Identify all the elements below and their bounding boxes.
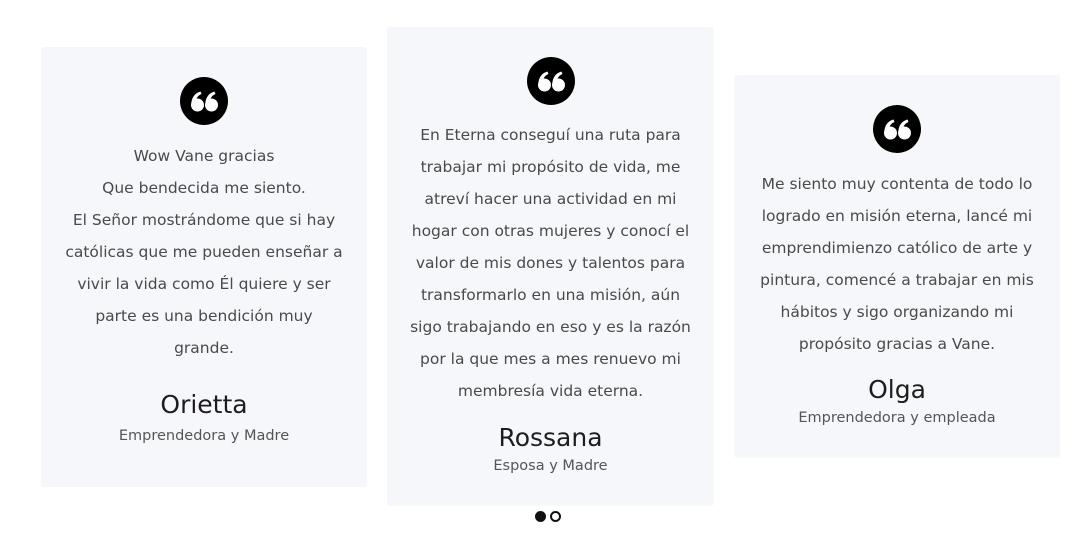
testimonial-line: valor de mis dones y talentos para [415, 254, 686, 272]
testimonial-line: grande. [174, 339, 234, 357]
testimonial-line: hábitos y sigo organizando mi [780, 303, 1014, 321]
testimonial-line: El Señor mostrándome que si hay [72, 211, 336, 229]
quote-icon [180, 77, 228, 125]
testimonial-text: En Eterna conseguí una ruta para trabaja… [405, 119, 696, 407]
testimonial-line: membresía vida eterna. [457, 382, 644, 400]
testimonial-line: sigo trabajando en eso y es la razón [410, 318, 691, 336]
testimonial-text: Me siento muy contenta de todo lo lograd… [752, 168, 1042, 360]
pagination-dot-2[interactable] [550, 511, 561, 522]
author-name: Rossana [498, 423, 603, 452]
quote-icon [526, 57, 575, 105]
author-role: Emprendedora y Madre [118, 428, 290, 444]
testimonial-line: pintura, comencé a trabajar en mis [760, 271, 1034, 289]
author-role: Emprendedora y empleada [798, 410, 996, 426]
testimonial-card-olga: Me siento muy contenta de todo lo lograd… [734, 75, 1060, 458]
testimonial-card-rossana: En Eterna conseguí una ruta para trabaja… [387, 27, 714, 506]
author-name: Orietta [160, 390, 248, 419]
testimonial-line: Que bendecida me siento. [102, 179, 306, 197]
pagination-dot-1[interactable] [535, 511, 546, 522]
testimonial-line: atreví hacer una actividad en mi [424, 190, 677, 208]
testimonial-line: propósito gracias a Vane. [798, 335, 996, 353]
testimonial-line: hogar con otras mujeres y conocí el [411, 222, 690, 240]
testimonial-line: En Eterna conseguí una ruta para [420, 126, 681, 144]
author-name: Olga [868, 375, 926, 404]
testimonial-line: Wow Vane gracias [133, 147, 275, 165]
testimonial-line: trabajar mi propósito de vida, me [420, 158, 681, 176]
testimonial-card-orietta: Wow Vane gracias Que bendecida me siento… [41, 47, 367, 487]
testimonial-line: católicas que me pueden enseñar a [65, 243, 343, 261]
testimonial-line: por la que mes a mes renuevo mi [420, 350, 681, 368]
testimonial-line: vivir la vida como Él quiere y ser [77, 275, 331, 293]
testimonial-line: emprendimienzo católico de arte y [761, 239, 1033, 257]
carousel-pagination [535, 511, 561, 523]
testimonial-line: transformarlo en una misión, aún [420, 286, 681, 304]
testimonial-line: Me siento muy contenta de todo lo [761, 175, 1033, 193]
testimonial-line: parte es una bendición muy [95, 307, 313, 325]
quote-icon [873, 105, 921, 153]
testimonial-line: logrado en misión eterna, lancé mi [761, 207, 1033, 225]
author-role: Esposa y Madre [493, 458, 608, 474]
testimonial-text: Wow Vane gracias Que bendecida me siento… [59, 140, 349, 364]
